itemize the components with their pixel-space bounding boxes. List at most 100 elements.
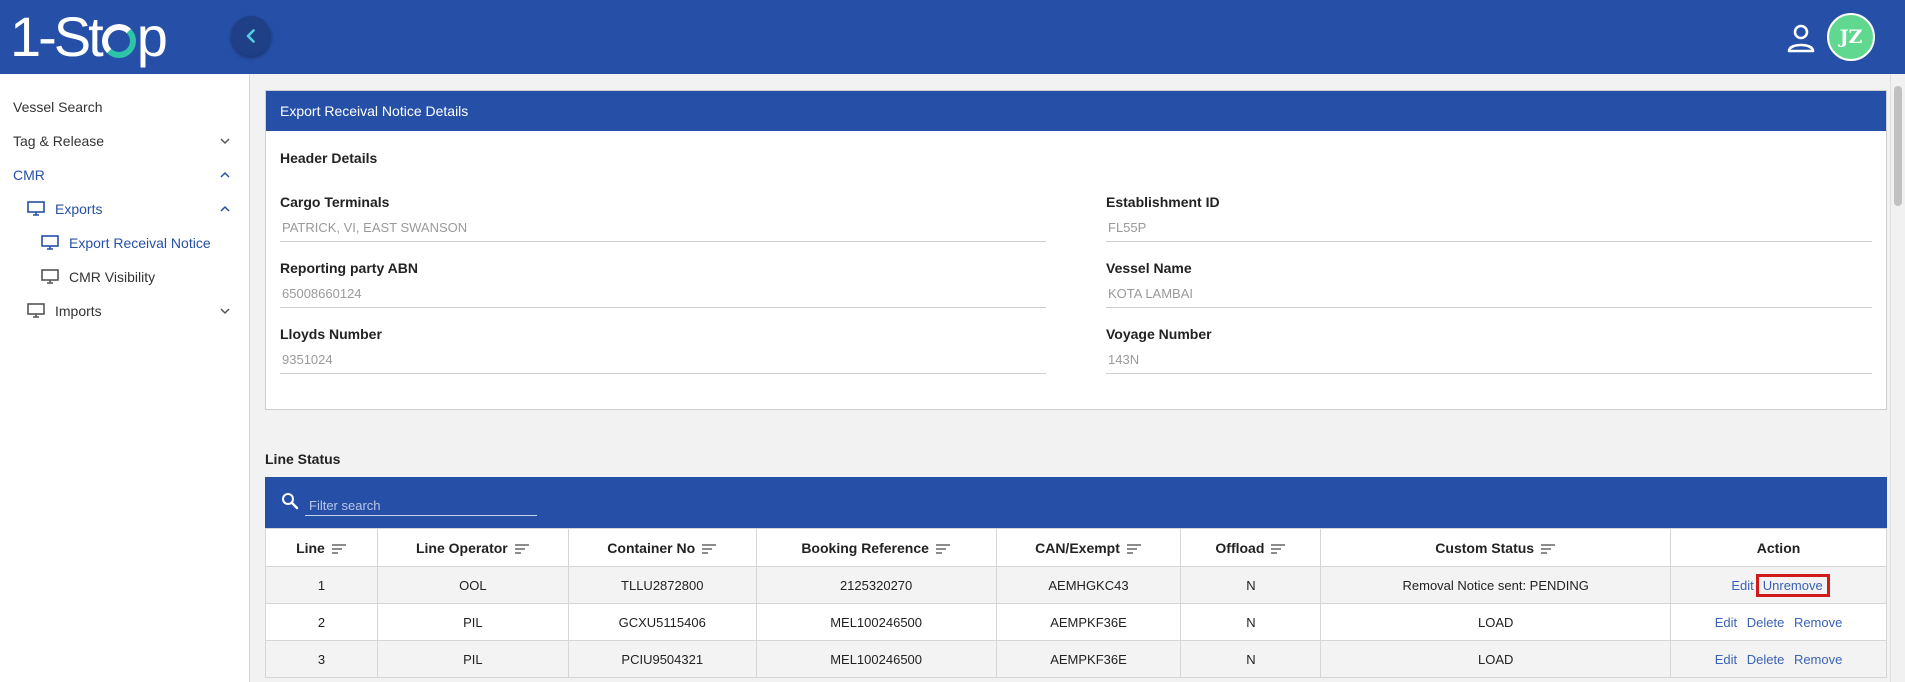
edit-link[interactable]: Edit bbox=[1715, 652, 1737, 667]
cell-container: GCXU5115406 bbox=[567, 603, 757, 641]
monitor-icon bbox=[41, 235, 59, 250]
field-value: PATRICK, VI, EAST SWANSON bbox=[280, 220, 1046, 242]
establishment-id-field: Establishment ID FL55P bbox=[1106, 194, 1872, 242]
filter-search-input[interactable] bbox=[305, 492, 537, 516]
avatar[interactable]: JZ bbox=[1827, 13, 1875, 61]
column-header-label: Offload bbox=[1215, 539, 1265, 556]
field-label: Vessel Name bbox=[1106, 260, 1192, 276]
delete-link[interactable]: Delete bbox=[1747, 652, 1785, 667]
sort-icon[interactable] bbox=[1540, 543, 1556, 555]
cell-booking: MEL100246500 bbox=[755, 603, 997, 641]
table-row: 3 PIL PCIU9504321 MEL100246500 AEMPKF36E… bbox=[265, 640, 1887, 678]
cell-status: LOAD bbox=[1320, 603, 1672, 641]
cell-status: LOAD bbox=[1320, 640, 1672, 678]
sidebar-item-label: Tag & Release bbox=[13, 133, 105, 149]
column-header-booking-reference[interactable]: Booking Reference bbox=[755, 528, 997, 567]
cell-container: TLLU2872800 bbox=[567, 566, 757, 604]
field-label: Voyage Number bbox=[1106, 326, 1212, 342]
monitor-icon bbox=[41, 269, 59, 284]
cell-can: AEMPKF36E bbox=[995, 640, 1182, 678]
column-header-label: Line Operator bbox=[415, 539, 508, 556]
column-header-label: Custom Status bbox=[1435, 539, 1535, 556]
table-row: 1 OOL TLLU2872800 2125320270 AEMHGKC43 N… bbox=[265, 566, 1887, 604]
cell-booking: 2125320270 bbox=[755, 566, 997, 604]
remove-link[interactable]: Remove bbox=[1794, 652, 1842, 667]
export-receival-notice-card: Export Receival Notice Details Header De… bbox=[265, 90, 1887, 410]
edit-link[interactable]: Edit bbox=[1715, 615, 1737, 630]
scrollbar-thumb[interactable] bbox=[1894, 86, 1902, 206]
sidebar-item-export-receival-notice[interactable]: Export Receival Notice bbox=[0, 228, 248, 258]
sidebar-item-imports[interactable]: Imports bbox=[0, 296, 248, 326]
sort-icon[interactable] bbox=[701, 543, 717, 555]
sidebar-item-label: Exports bbox=[55, 201, 103, 217]
sidebar-item-label: Vessel Search bbox=[13, 99, 103, 115]
logo-o-icon bbox=[101, 24, 136, 58]
column-header-line[interactable]: Line bbox=[265, 528, 378, 567]
column-header-custom-status[interactable]: Custom Status bbox=[1320, 528, 1672, 567]
column-header-label: CAN/Exempt bbox=[1035, 539, 1120, 556]
sidebar-item-cmr[interactable]: CMR bbox=[0, 160, 248, 190]
cell-actions: Edit Delete Remove bbox=[1670, 603, 1887, 641]
sidebar-item-vessel-search[interactable]: Vessel Search bbox=[0, 92, 248, 122]
app-logo[interactable]: 1-St p bbox=[10, 5, 168, 68]
reporting-abn-field: Reporting party ABN 65008660124 bbox=[280, 260, 1046, 308]
cell-line: 3 bbox=[265, 640, 378, 678]
table-row: 2 PIL GCXU5115406 MEL100246500 AEMPKF36E… bbox=[265, 603, 1887, 641]
sidebar-item-label: CMR bbox=[13, 167, 45, 183]
cell-offload: N bbox=[1180, 603, 1322, 641]
cell-container: PCIU9504321 bbox=[567, 640, 757, 678]
sort-icon[interactable] bbox=[1126, 543, 1142, 555]
user-icon[interactable] bbox=[1784, 22, 1818, 56]
column-header-line-operator[interactable]: Line Operator bbox=[376, 528, 569, 567]
sort-icon[interactable] bbox=[935, 543, 951, 555]
sidebar: Vessel Search Tag & Release CMR Exports … bbox=[0, 74, 250, 682]
monitor-icon bbox=[27, 201, 45, 216]
logo-text-left: 1-St bbox=[10, 5, 104, 68]
monitor-icon bbox=[27, 303, 45, 318]
cell-operator: PIL bbox=[376, 603, 569, 641]
column-header-container-no[interactable]: Container No bbox=[567, 528, 757, 567]
sort-icon[interactable] bbox=[1270, 543, 1286, 555]
sort-icon[interactable] bbox=[514, 543, 530, 555]
remove-link[interactable]: Remove bbox=[1794, 615, 1842, 630]
cell-offload: N bbox=[1180, 566, 1322, 604]
cell-operator: OOL bbox=[376, 566, 569, 604]
chevron-down-icon bbox=[220, 308, 230, 315]
filter-bar bbox=[265, 477, 1887, 528]
table-header-row: Line Line Operator Container No Booking … bbox=[265, 528, 1887, 567]
cell-line: 2 bbox=[265, 603, 378, 641]
chevron-up-icon bbox=[220, 205, 230, 212]
line-status-title: Line Status bbox=[265, 451, 341, 467]
page-scrollbar[interactable] bbox=[1890, 74, 1905, 682]
chevron-left-icon bbox=[246, 29, 255, 43]
chevron-up-icon bbox=[220, 171, 230, 178]
cell-line: 1 bbox=[265, 566, 378, 604]
chevron-down-icon bbox=[220, 138, 230, 145]
column-header-offload[interactable]: Offload bbox=[1180, 528, 1322, 567]
sidebar-item-tag-release[interactable]: Tag & Release bbox=[0, 126, 248, 156]
field-label: Establishment ID bbox=[1106, 194, 1220, 210]
unremove-link[interactable]: Unremove bbox=[1755, 573, 1830, 597]
column-header-label: Booking Reference bbox=[801, 539, 929, 556]
sidebar-item-cmr-visibility[interactable]: CMR Visibility bbox=[0, 262, 248, 292]
logo-text-right: p bbox=[136, 5, 168, 68]
search-icon bbox=[282, 493, 299, 510]
vessel-name-field: Vessel Name KOTA LAMBAI bbox=[1106, 260, 1872, 308]
sidebar-item-label: CMR Visibility bbox=[69, 269, 156, 285]
sort-icon[interactable] bbox=[331, 543, 347, 555]
column-header-can-exempt[interactable]: CAN/Exempt bbox=[995, 528, 1182, 567]
section-title: Header Details bbox=[280, 150, 378, 166]
column-header-label: Action bbox=[1756, 539, 1801, 556]
column-header-label: Line bbox=[296, 539, 325, 556]
cell-offload: N bbox=[1180, 640, 1322, 678]
sidebar-collapse-button[interactable] bbox=[231, 16, 271, 56]
voyage-number-field: Voyage Number 143N bbox=[1106, 326, 1872, 374]
field-label: Reporting party ABN bbox=[280, 260, 418, 276]
sidebar-item-exports[interactable]: Exports bbox=[0, 194, 248, 224]
delete-link[interactable]: Delete bbox=[1747, 615, 1785, 630]
field-label: Lloyds Number bbox=[280, 326, 382, 342]
field-value: KOTA LAMBAI bbox=[1106, 286, 1872, 308]
lloyds-number-field: Lloyds Number 9351024 bbox=[280, 326, 1046, 374]
edit-link[interactable]: Edit bbox=[1731, 578, 1753, 593]
top-bar: 1-St p JZ bbox=[0, 0, 1905, 74]
